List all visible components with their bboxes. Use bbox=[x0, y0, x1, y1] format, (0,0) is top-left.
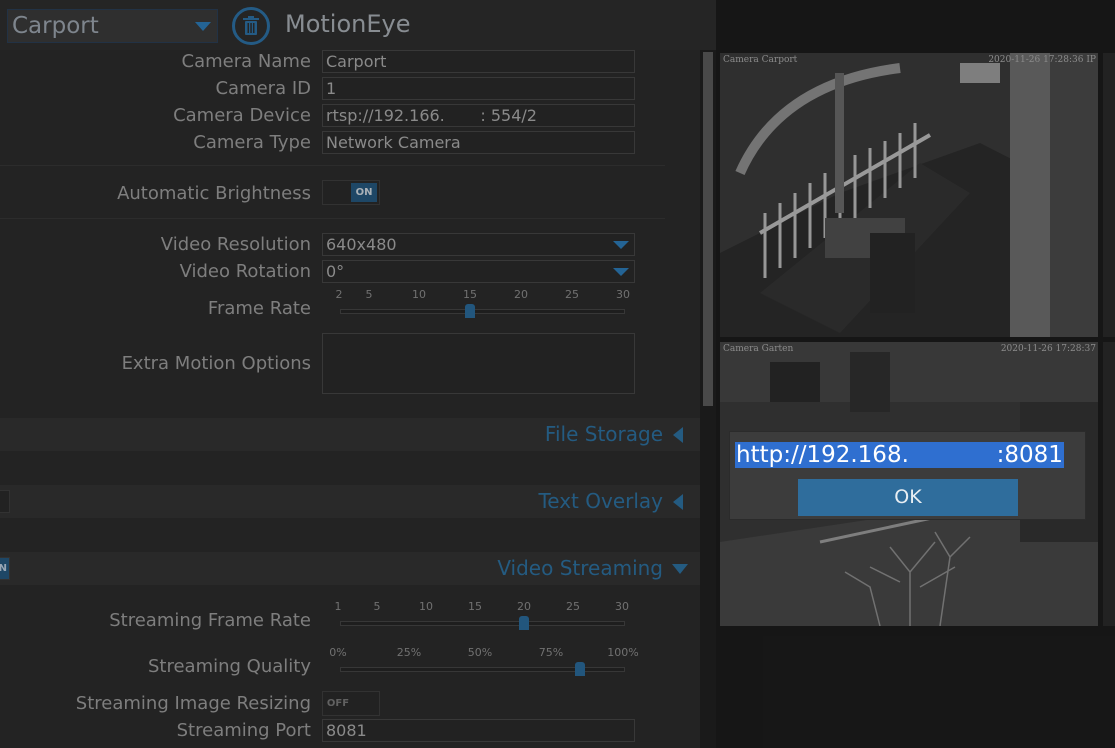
modal-backdrop bbox=[0, 0, 1115, 748]
motioneye-app: Carport MotionEye Camera Name Carport Ca… bbox=[0, 0, 1115, 748]
stream-url-dialog: http://192.168. :8081 OK bbox=[729, 431, 1086, 520]
stream-url-selection: http://192.168. :8081 bbox=[735, 442, 1064, 468]
stream-url-text[interactable]: http://192.168. :8081 bbox=[735, 441, 1082, 470]
ok-button[interactable]: OK bbox=[798, 479, 1018, 516]
